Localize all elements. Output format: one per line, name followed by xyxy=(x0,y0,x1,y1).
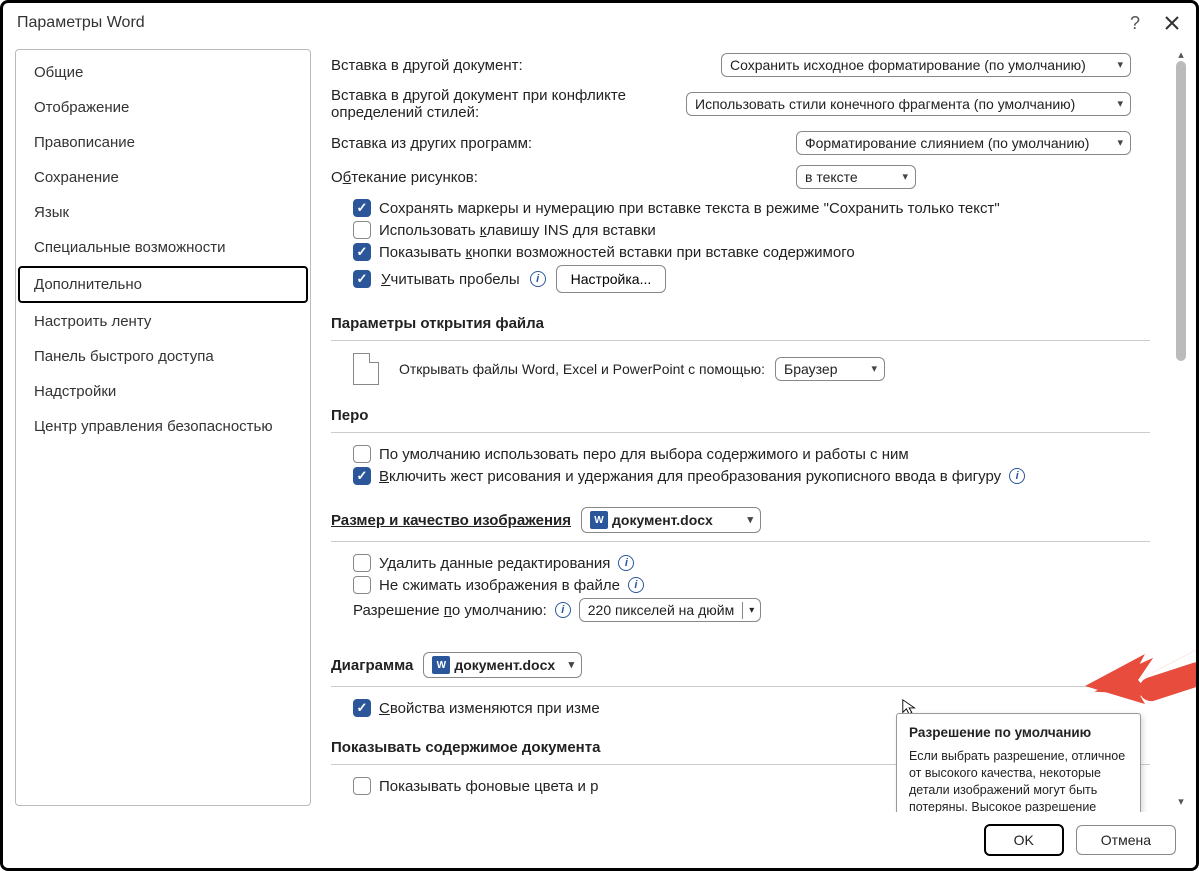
vertical-scrollbar[interactable]: ▴ ▾ xyxy=(1172,47,1190,808)
ok-button[interactable]: OK xyxy=(984,824,1064,856)
image-quality-doc-dropdown[interactable]: документ.docx xyxy=(581,507,761,533)
titlebar: Параметры Word ? xyxy=(3,3,1196,43)
ins-key-label: Использовать клавишу INS для вставки xyxy=(379,222,656,239)
keep-bullets-checkbox[interactable] xyxy=(353,199,371,217)
default-pen-checkbox[interactable] xyxy=(353,445,371,463)
default-pen-label: По умолчанию использовать перо для выбор… xyxy=(379,446,909,463)
word-doc-icon xyxy=(432,656,450,674)
bg-colors-label: Показывать фоновые цвета и р xyxy=(379,778,598,795)
chart-doc-dropdown[interactable]: документ.docx xyxy=(423,652,582,678)
info-icon[interactable] xyxy=(555,602,571,618)
paste-other-doc-dropdown[interactable]: Сохранить исходное форматирование (по ум… xyxy=(721,53,1131,77)
sidebar-item-general[interactable]: Общие xyxy=(20,56,306,89)
window-title: Параметры Word xyxy=(17,14,145,32)
smart-cut-label: Учитывать пробелы xyxy=(381,271,520,288)
tooltip-body: Если выбрать разрешение, отличное от выс… xyxy=(909,748,1128,812)
sidebar-item-advanced[interactable]: Дополнительно xyxy=(18,266,308,303)
chevron-down-icon[interactable]: ▾ xyxy=(742,602,760,619)
paste-wrap-dropdown[interactable]: в тексте xyxy=(796,165,916,189)
info-icon[interactable] xyxy=(628,577,644,593)
default-res-label: Разрешение по умолчанию: xyxy=(353,602,547,619)
ink-gesture-label: Включить жест рисования и удержания для … xyxy=(379,468,1001,485)
sidebar-item-quick-access[interactable]: Панель быстрого доступа xyxy=(20,340,306,373)
sidebar-item-display[interactable]: Отображение xyxy=(20,91,306,124)
document-icon xyxy=(353,353,379,385)
paste-conflict-dropdown[interactable]: Использовать стили конечного фрагмента (… xyxy=(686,92,1131,116)
sidebar-item-proofing[interactable]: Правописание xyxy=(20,126,306,159)
options-dialog: Параметры Word ? Общие Отображение Право… xyxy=(0,0,1199,871)
ink-gesture-checkbox[interactable] xyxy=(353,467,371,485)
help-button[interactable]: ? xyxy=(1130,13,1140,34)
sidebar-item-language[interactable]: Язык xyxy=(20,196,306,229)
show-paste-btn-label: Показывать кнопки возможностей вставки п… xyxy=(379,244,855,261)
scroll-thumb[interactable] xyxy=(1176,61,1186,361)
info-icon[interactable] xyxy=(1009,468,1025,484)
word-doc-icon xyxy=(590,511,608,529)
keep-bullets-label: Сохранять маркеры и нумерацию при вставк… xyxy=(379,200,1000,217)
close-button[interactable] xyxy=(1162,13,1182,33)
section-file-open: Параметры открытия файла xyxy=(331,315,1150,332)
discard-edit-label: Удалить данные редактирования xyxy=(379,555,610,572)
paste-other-doc-label: Вставка в другой документ: xyxy=(331,57,711,74)
dialog-footer: OK Отмена xyxy=(3,812,1196,868)
chart-props-label: Свойства изменяются при изме xyxy=(379,700,600,717)
open-with-dropdown[interactable]: Браузер xyxy=(775,357,885,381)
cancel-button[interactable]: Отмена xyxy=(1076,825,1176,855)
show-paste-btn-checkbox[interactable] xyxy=(353,243,371,261)
sidebar-item-save[interactable]: Сохранение xyxy=(20,161,306,194)
no-compress-checkbox[interactable] xyxy=(353,576,371,594)
open-with-label: Открывать файлы Word, Excel и PowerPoint… xyxy=(399,361,765,377)
info-icon[interactable] xyxy=(530,271,546,287)
section-chart: Диаграмма документ.docx xyxy=(331,652,1150,678)
no-compress-label: Не сжимать изображения в файле xyxy=(379,577,620,594)
sidebar-item-addins[interactable]: Надстройки xyxy=(20,375,306,408)
section-image-quality: Размер и качество изображения документ.d… xyxy=(331,507,1150,533)
paste-wrap-label: Обтекание рисунков: xyxy=(331,169,786,186)
section-pen: Перо xyxy=(331,407,1150,424)
bg-colors-checkbox[interactable] xyxy=(353,777,371,795)
sidebar-item-accessibility[interactable]: Специальные возможности xyxy=(20,231,306,264)
category-sidebar: Общие Отображение Правописание Сохранени… xyxy=(15,49,311,806)
smart-cut-checkbox[interactable] xyxy=(353,270,371,288)
options-content: Вставка в другой документ: Сохранить исх… xyxy=(311,43,1172,812)
paste-conflict-label: Вставка в другой документ при конфликте … xyxy=(331,87,676,121)
ins-key-checkbox[interactable] xyxy=(353,221,371,239)
chart-props-checkbox[interactable] xyxy=(353,699,371,717)
scroll-down-arrow[interactable]: ▾ xyxy=(1174,794,1188,808)
default-resolution-dropdown[interactable]: 220 пикселей на дюйм ▾ xyxy=(579,598,761,622)
sidebar-item-customize-ribbon[interactable]: Настроить ленту xyxy=(20,305,306,338)
sidebar-item-trust-center[interactable]: Центр управления безопасностью xyxy=(20,410,306,443)
paste-other-prog-dropdown[interactable]: Форматирование слиянием (по умолчанию) xyxy=(796,131,1131,155)
scroll-track[interactable] xyxy=(1176,61,1186,794)
resolution-tooltip: Разрешение по умолчанию Если выбрать раз… xyxy=(896,713,1141,812)
scroll-up-arrow[interactable]: ▴ xyxy=(1174,47,1188,61)
paste-other-prog-label: Вставка из других программ: xyxy=(331,135,786,152)
discard-edit-checkbox[interactable] xyxy=(353,554,371,572)
info-icon[interactable] xyxy=(618,555,634,571)
cut-paste-settings-button[interactable]: Настройка... xyxy=(556,265,667,293)
tooltip-title: Разрешение по умолчанию xyxy=(909,724,1128,742)
